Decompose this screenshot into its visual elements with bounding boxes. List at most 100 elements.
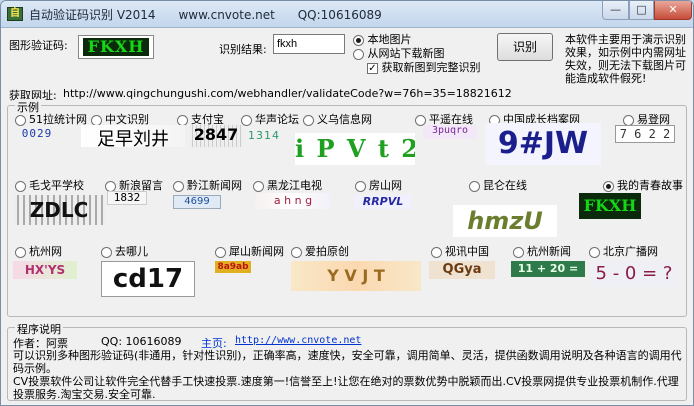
captcha-yideng: 7 6 2 2 (615, 125, 675, 143)
url-value: http://www.qingchungushi.com/webhandler/… (63, 87, 512, 100)
example-radio-qianjiang[interactable]: 黔江新闻网 (173, 177, 242, 193)
example-label: 黑龙江电视 (267, 179, 322, 192)
result-label: 识别结果: (219, 43, 267, 56)
radio-indicator[interactable] (15, 114, 26, 126)
example-radio-fangshan[interactable]: 房山网 (355, 177, 402, 193)
captcha-preview-image: FKXH (83, 38, 149, 56)
radio-indicator[interactable] (241, 114, 252, 126)
captcha-xishan: 8a9ab (215, 261, 251, 273)
captcha-qunar: cd17 (101, 261, 195, 297)
radio-indicator[interactable] (15, 180, 26, 192)
program-description-line2: CV投票软件公司让软件完全代替手工快速投票.速度第一!信誉至上!让您在绝对的票数… (13, 375, 679, 401)
radio-indicator[interactable] (291, 246, 302, 258)
captcha-zhongwen: 足早刘井 (81, 125, 185, 147)
example-label: 黔江新闻网 (187, 179, 242, 192)
radio-indicator[interactable] (469, 180, 480, 192)
radio-indicator[interactable] (15, 246, 26, 258)
example-label: 房山网 (369, 179, 402, 192)
recognize-button[interactable]: 识别 (497, 33, 553, 61)
example-label: 毛戈平学校 (29, 179, 84, 192)
captcha-heilongjiang: a h n g (255, 193, 331, 209)
example-radio-shixun[interactable]: 视讯中国 (431, 243, 489, 259)
example-label: 义乌信息网 (317, 113, 372, 126)
example-radio-aipai[interactable]: 爱拍原创 (291, 243, 349, 259)
radio-indicator[interactable] (101, 246, 112, 258)
app-window: 自 自动验证码识别 V2014 www.cnvote.net QQ:106160… (0, 0, 694, 406)
captcha-beijing-radio: 5 - 0 = ? (591, 261, 677, 287)
example-radio-yiwu[interactable]: 义乌信息网 (303, 111, 372, 127)
example-label: 爱拍原创 (305, 245, 349, 258)
radio-indicator[interactable] (105, 180, 116, 192)
radio-indicator[interactable] (415, 114, 426, 126)
radio-web-indicator[interactable] (353, 48, 364, 60)
description-text: 本软件主要用于演示识别效果，如示例中内需网址失效，则无法下载图片可能造成软件假死… (565, 33, 686, 85)
close-button[interactable]: ✕ (654, 1, 692, 20)
radio-indicator[interactable] (173, 180, 184, 192)
example-label: 北京广播网 (603, 245, 658, 258)
captcha-aipai: Y V J T (291, 261, 421, 291)
radio-indicator[interactable] (215, 246, 226, 258)
captcha-qianjiang: 4699 (173, 195, 221, 209)
example-radio-qunar[interactable]: 去哪儿 (101, 243, 148, 259)
radio-indicator[interactable] (623, 114, 634, 126)
example-radio-hangzhou-news[interactable]: 杭州新闻 (513, 243, 571, 259)
captcha-label: 图形验证码: (9, 39, 68, 52)
window-title: 自动验证码识别 V2014 www.cnvote.net QQ:10616089 (29, 8, 382, 22)
captcha-huasheng: 1314 (248, 129, 280, 142)
captcha-51la: 0029 (21, 127, 53, 140)
captcha-alipay: 2847 (189, 125, 243, 147)
radio-indicator[interactable] (177, 114, 188, 126)
captcha-yiwu: i P V t 2 (295, 133, 415, 165)
example-radio-51la[interactable]: 51拉统计网 (15, 111, 87, 127)
example-label: 华声论坛 (255, 113, 299, 126)
radio-indicator[interactable] (253, 180, 264, 192)
example-label: 视讯中国 (445, 245, 489, 258)
radio-indicator[interactable] (513, 246, 524, 258)
captcha-preview: FKXH (78, 35, 154, 59)
maximize-button[interactable]: □ (629, 1, 654, 20)
captcha-hangzhou-news: 11 + 20 = (511, 261, 585, 277)
captcha-maogeping: ZDLC (13, 195, 105, 225)
result-input[interactable] (273, 34, 345, 54)
captcha-qingchun: FKXH (579, 193, 641, 219)
example-radio-maogeping[interactable]: 毛戈平学校 (15, 177, 84, 193)
checkbox-full-label: 获取新图到完整识别 (381, 61, 481, 74)
example-radio-hangzhou[interactable]: 杭州网 (15, 243, 62, 259)
example-label: 杭州新闻 (527, 245, 571, 258)
example-radio-huasheng[interactable]: 华声论坛 (241, 111, 299, 127)
radio-indicator[interactable] (431, 246, 442, 258)
captcha-chengzhang: 9#JW (485, 123, 601, 165)
captcha-shixun: QGya (429, 261, 495, 279)
example-radio-xishan[interactable]: 犀山新闻网 (215, 243, 284, 259)
example-radio-kunlun[interactable]: 昆仑在线 (469, 177, 527, 193)
example-label: 杭州网 (29, 245, 62, 258)
example-radio-beijing-radio[interactable]: 北京广播网 (589, 243, 658, 259)
radio-indicator[interactable] (355, 180, 366, 192)
client-area: 图形验证码: FKXH 识别结果: 本地图片 从网站下载新图 ✓ 获取新图到完整… (5, 29, 689, 405)
example-label: 昆仑在线 (483, 179, 527, 192)
example-label: 去哪儿 (115, 245, 148, 258)
qq-label: QQ: 10616089 (101, 335, 182, 348)
radio-indicator[interactable] (303, 114, 314, 126)
captcha-kunlun: hmzU (453, 205, 557, 237)
home-link[interactable]: http://www.cnvote.net (235, 335, 361, 346)
app-icon: 自 (7, 7, 23, 21)
program-description-line1: 可以识别多种图形验证码(非通用，针对性识别)，正确率高，速度快，安全可靠，调用简… (13, 349, 682, 375)
captcha-fangshan: RRPVL (355, 195, 411, 209)
captcha-sina: 1832 (107, 191, 147, 205)
example-label: 51拉统计网 (29, 113, 87, 126)
radio-indicator[interactable] (589, 246, 600, 258)
title-bar: 自 自动验证码识别 V2014 www.cnvote.net QQ:106160… (1, 1, 693, 28)
minimize-button[interactable]: — (602, 1, 629, 20)
example-label: 我的青春故事 (617, 179, 683, 192)
example-radio-heilongjiang[interactable]: 黑龙江电视 (253, 177, 322, 193)
example-radio-qingchun[interactable]: 我的青春故事 (603, 177, 683, 193)
radio-indicator[interactable] (91, 114, 102, 126)
checkbox-full-recognize[interactable]: ✓ 获取新图到完整识别 (367, 59, 481, 75)
checkbox-full-indicator[interactable]: ✓ (367, 62, 378, 74)
captcha-hangzhou: HX'YS (13, 261, 77, 279)
radio-indicator[interactable] (603, 180, 614, 192)
captcha-pingyao: 3puqro (423, 125, 477, 139)
example-label: 犀山新闻网 (229, 245, 284, 258)
radio-local-indicator[interactable] (353, 34, 364, 46)
